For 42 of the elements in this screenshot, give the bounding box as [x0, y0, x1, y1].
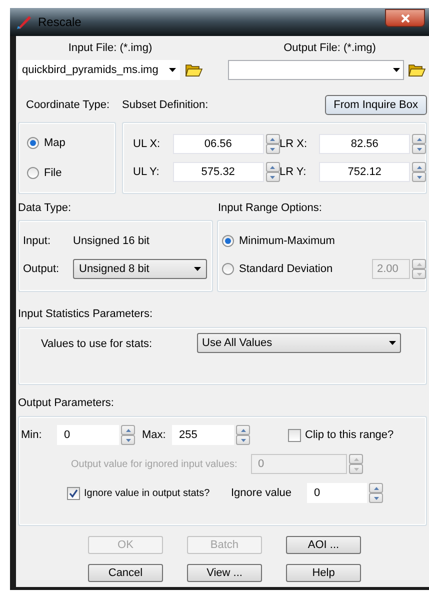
dialog-button[interactable]: AOI ... [286, 536, 361, 554]
input-file-label: Input File: (*.img) [68, 40, 152, 56]
max-field[interactable]: 255 [172, 425, 234, 445]
dialog-button[interactable]: View ... [187, 564, 262, 582]
coordinate-type-label: Coordinate Type: [25, 98, 111, 113]
checkbox-label: Clip to this range? [305, 428, 394, 443]
coordinate-field[interactable]: 82.56 [319, 134, 410, 154]
input-file-dropdown[interactable]: quickbird_pyramids_ms.img [18, 60, 180, 80]
ignored-output-label: Output value for ignored input values: [70, 458, 238, 472]
input-range-label: Input Range Options: [218, 200, 322, 216]
radio-label: Map [44, 136, 66, 150]
dialog-button[interactable]: Help [286, 564, 361, 582]
input-stats-label: Input Statistics Parameters: [18, 306, 152, 322]
window-title: Rescale [38, 14, 82, 31]
output-params-label: Output Parameters: [18, 396, 114, 410]
coordinate-label: LR X: [280, 136, 308, 152]
inquire-box-button[interactable]: From Inquire Box [324, 95, 427, 115]
coordinate-label: LR Y: [280, 164, 308, 180]
radio-label: Minimum-Maximum [239, 234, 335, 249]
coordinate-label: UL X: [133, 136, 162, 152]
coordinate-label: UL Y: [133, 164, 160, 180]
coordinate-field[interactable]: 575.32 [172, 162, 264, 182]
stats-values-dropdown[interactable]: Use All Values [197, 333, 401, 353]
max-label: Max: [142, 428, 167, 443]
data-type-label: Data Type: [18, 200, 72, 216]
radio-label: File [44, 166, 62, 181]
output-type-dropdown[interactable]: Unsigned 8 bit [73, 259, 207, 280]
checkbox-label: Ignore value in output stats? [84, 486, 210, 500]
dialog-button[interactable]: Cancel [88, 564, 163, 582]
stats-values-label: Values to use for stats: [40, 337, 154, 352]
radio-label: Standard Deviation [239, 262, 333, 277]
ignore-value-label: Ignore value [231, 486, 293, 501]
output-type-label: Output: [23, 262, 60, 277]
min-field[interactable]: 0 [57, 425, 119, 445]
subset-definition-label: Subset Definition: [122, 98, 208, 113]
input-type-value: Unsigned 16 bit [73, 234, 150, 249]
coordinate-field[interactable]: 06.56 [172, 134, 264, 154]
ignore-value-field[interactable]: 0 [307, 483, 367, 503]
output-file-label: Output File: (*.img) [284, 40, 376, 56]
coordinate-field[interactable]: 752.12 [319, 162, 410, 182]
min-label: Min: [21, 428, 43, 443]
input-type-label: Input: [23, 234, 52, 249]
